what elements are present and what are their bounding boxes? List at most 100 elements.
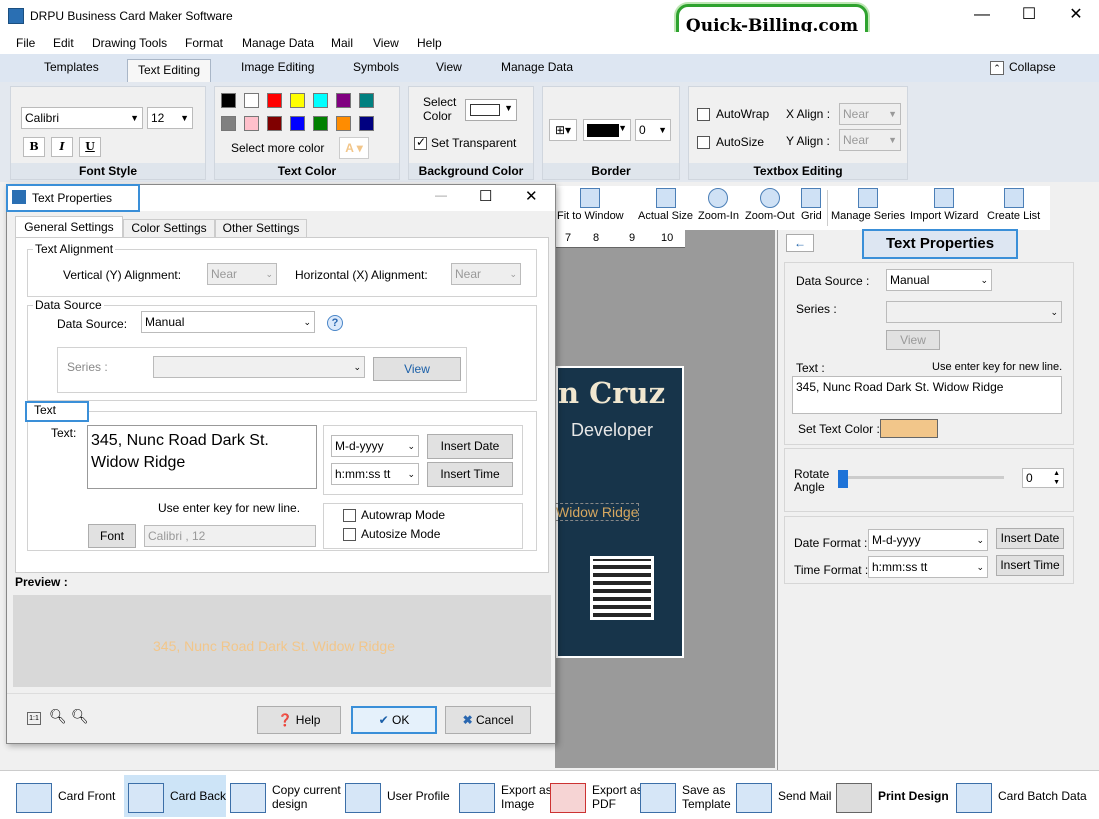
ok-button[interactable]: ✔ OK bbox=[351, 706, 437, 734]
color-swatch[interactable] bbox=[336, 93, 351, 108]
tab-text-editing[interactable]: Text Editing bbox=[127, 59, 211, 82]
rotate-slider-track[interactable] bbox=[840, 476, 1004, 479]
dialog-insert-time-button[interactable]: Insert Time bbox=[427, 462, 513, 487]
color-swatch[interactable] bbox=[221, 116, 236, 131]
actual-size-button[interactable]: Actual Size bbox=[638, 188, 693, 222]
tab-color-settings[interactable]: Color Settings bbox=[123, 219, 215, 238]
tab-view[interactable]: View bbox=[436, 60, 462, 74]
panel-data-source-select[interactable]: Manual ⌄ bbox=[886, 269, 992, 291]
zoom-in-icon[interactable]: 🔍︎ bbox=[71, 708, 89, 725]
zoom-out-icon[interactable]: 🔍︎ bbox=[49, 708, 67, 725]
qr-code-icon[interactable] bbox=[590, 556, 654, 620]
menu-drawing-tools[interactable]: Drawing Tools bbox=[92, 36, 167, 50]
panel-date-format-select[interactable]: M-d-yyyy ⌄ bbox=[868, 529, 988, 551]
menu-mail[interactable]: Mail bbox=[331, 36, 353, 50]
color-swatch[interactable] bbox=[290, 116, 305, 131]
x-align-select[interactable]: Near ▼ bbox=[839, 103, 901, 125]
maximize-button[interactable]: ☐ bbox=[1006, 0, 1052, 32]
zoom-in-button[interactable]: Zoom-In bbox=[698, 188, 739, 222]
create-list-button[interactable]: Create List bbox=[987, 188, 1040, 222]
close-button[interactable]: ✕ bbox=[1053, 0, 1099, 32]
back-arrow-icon[interactable]: ← bbox=[786, 234, 814, 252]
help-button[interactable]: ❓ Help bbox=[257, 706, 341, 734]
manage-series-button[interactable]: Manage Series bbox=[831, 188, 905, 222]
panel-time-format-select[interactable]: h:mm:ss tt ⌄ bbox=[868, 556, 988, 578]
tab-other-settings[interactable]: Other Settings bbox=[215, 219, 307, 238]
color-swatch[interactable] bbox=[313, 116, 328, 131]
collapse-button[interactable]: Collapse bbox=[1009, 60, 1056, 74]
dialog-insert-date-button[interactable]: Insert Date bbox=[427, 434, 513, 459]
dialog-date-format-select[interactable]: M-d-yyyy ⌄ bbox=[331, 435, 419, 457]
rotate-slider-thumb[interactable] bbox=[838, 470, 848, 488]
panel-series-select[interactable]: ⌄ bbox=[886, 301, 1062, 323]
card-address[interactable]: Widow Ridge bbox=[554, 503, 640, 521]
close-icon[interactable]: ✕ bbox=[525, 187, 538, 205]
fit-to-window-button[interactable]: Fit to Window bbox=[557, 188, 624, 222]
color-swatch[interactable] bbox=[336, 116, 351, 131]
dialog-time-format-select[interactable]: h:mm:ss tt ⌄ bbox=[331, 463, 419, 485]
color-swatch[interactable] bbox=[359, 93, 374, 108]
font-size-select[interactable]: 12 ▼ bbox=[147, 107, 193, 129]
zoom-out-button[interactable]: Zoom-Out bbox=[745, 188, 795, 222]
autowrap-checkbox[interactable] bbox=[697, 108, 710, 121]
actual-size-icon[interactable]: 1:1 bbox=[27, 712, 41, 725]
card-name[interactable]: n Cruz bbox=[558, 376, 665, 410]
minimize-button[interactable]: — bbox=[959, 0, 1005, 32]
text-color-picker-icon[interactable]: A ▾ bbox=[339, 137, 369, 159]
background-color-picker[interactable]: ▼ bbox=[465, 99, 517, 121]
panel-view-button[interactable]: View bbox=[886, 330, 940, 350]
menu-manage-data[interactable]: Manage Data bbox=[242, 36, 314, 50]
autowrap-mode-checkbox[interactable] bbox=[343, 509, 356, 522]
menu-view[interactable]: View bbox=[373, 36, 399, 50]
border-width-select[interactable]: 0 ▼ bbox=[635, 119, 671, 141]
tab-symbols[interactable]: Symbols bbox=[353, 60, 399, 74]
rotate-angle-stepper[interactable]: 0 ▲ ▼ bbox=[1022, 468, 1064, 488]
tab-image-editing[interactable]: Image Editing bbox=[241, 60, 314, 74]
panel-insert-date-button[interactable]: Insert Date bbox=[996, 528, 1064, 549]
italic-button[interactable]: I bbox=[51, 137, 73, 157]
menu-file[interactable]: File bbox=[16, 36, 35, 50]
card-role[interactable]: Developer bbox=[571, 420, 653, 441]
color-swatch[interactable] bbox=[313, 93, 328, 108]
horizontal-alignment-select[interactable]: Near ⌄ bbox=[451, 263, 521, 285]
cancel-button[interactable]: ✖ Cancel bbox=[445, 706, 531, 734]
autosize-mode-checkbox[interactable] bbox=[343, 528, 356, 541]
help-icon[interactable]: ? bbox=[327, 315, 343, 331]
color-swatch[interactable] bbox=[267, 93, 282, 108]
panel-text-input[interactable]: 345, Nunc Road Dark St. Widow Ridge bbox=[792, 376, 1062, 414]
text-color-swatch[interactable] bbox=[880, 419, 938, 438]
menu-edit[interactable]: Edit bbox=[53, 36, 74, 50]
color-swatch[interactable] bbox=[290, 93, 305, 108]
select-more-color[interactable]: Select more color bbox=[231, 141, 324, 155]
border-color-picker[interactable]: ▼ bbox=[583, 119, 631, 141]
menu-format[interactable]: Format bbox=[185, 36, 223, 50]
border-style-icon[interactable]: ⊞▾ bbox=[549, 119, 577, 141]
font-family-select[interactable]: Calibri ▼ bbox=[21, 107, 143, 129]
menu-help[interactable]: Help bbox=[417, 36, 442, 50]
color-swatch[interactable] bbox=[359, 116, 374, 131]
autosize-checkbox[interactable] bbox=[697, 136, 710, 149]
set-transparent-checkbox[interactable] bbox=[414, 135, 427, 150]
panel-insert-time-button[interactable]: Insert Time bbox=[996, 555, 1064, 576]
dialog-view-button[interactable]: View bbox=[373, 357, 461, 381]
underline-button[interactable]: U bbox=[79, 137, 101, 157]
import-wizard-button[interactable]: Import Wizard bbox=[910, 188, 978, 222]
tab-manage-data[interactable]: Manage Data bbox=[501, 60, 573, 74]
color-swatch[interactable] bbox=[221, 93, 236, 108]
color-swatch[interactable] bbox=[244, 93, 259, 108]
color-swatch[interactable] bbox=[267, 116, 282, 131]
dialog-data-source-select[interactable]: Manual ⌄ bbox=[141, 311, 315, 333]
minimize-icon[interactable]: — bbox=[435, 188, 447, 202]
business-card[interactable]: n Cruz Developer Widow Ridge bbox=[554, 366, 684, 658]
dialog-text-input[interactable]: 345, Nunc Road Dark St. Widow Ridge bbox=[87, 425, 317, 489]
dialog-series-select[interactable]: ⌄ bbox=[153, 356, 365, 378]
font-button[interactable]: Font bbox=[88, 524, 136, 548]
grid-button[interactable]: Grid bbox=[801, 188, 822, 222]
collapse-icon[interactable]: ⌃ bbox=[990, 61, 1004, 75]
maximize-icon[interactable]: ☐ bbox=[479, 187, 492, 205]
y-align-select[interactable]: Near ▼ bbox=[839, 129, 901, 151]
vertical-alignment-select[interactable]: Near ⌄ bbox=[207, 263, 277, 285]
bold-button[interactable]: B bbox=[23, 137, 45, 157]
tab-templates[interactable]: Templates bbox=[44, 60, 99, 74]
color-swatch[interactable] bbox=[244, 116, 259, 131]
